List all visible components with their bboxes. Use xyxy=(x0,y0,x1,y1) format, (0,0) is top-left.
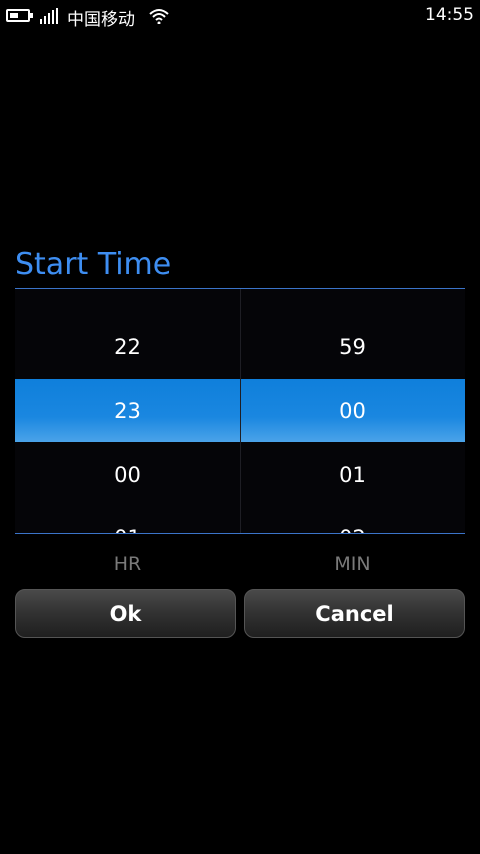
minute-option[interactable]: 01 xyxy=(240,463,465,487)
hour-option[interactable]: 01 xyxy=(15,526,240,533)
battery-icon xyxy=(6,9,30,22)
hour-option[interactable]: 00 xyxy=(15,463,240,487)
battery-fill xyxy=(10,13,18,18)
signal-icon xyxy=(40,8,60,24)
picker-divider xyxy=(15,533,465,534)
minute-option[interactable]: 59 xyxy=(240,335,465,359)
minute-option[interactable]: 02 xyxy=(240,526,465,533)
status-bar: 中国移动 14:55 xyxy=(0,0,480,34)
wifi-icon xyxy=(149,9,169,24)
time-picker[interactable]: 22 23 00 01 59 00 01 02 xyxy=(15,289,465,533)
dialog-title: Start Time xyxy=(15,247,172,282)
minute-option-selected[interactable]: 00 xyxy=(240,399,465,423)
cancel-button[interactable]: Cancel xyxy=(244,589,465,638)
hour-label: HR xyxy=(113,553,142,575)
carrier-name: 中国移动 xyxy=(67,10,135,30)
clock: 14:55 xyxy=(425,5,474,25)
ok-button[interactable]: Ok xyxy=(15,589,236,638)
minute-wheel[interactable]: 59 00 01 02 xyxy=(240,289,465,533)
hour-option[interactable]: 22 xyxy=(15,335,240,359)
minute-label: MIN xyxy=(334,553,371,575)
hour-option-selected[interactable]: 23 xyxy=(15,399,240,423)
battery-tip xyxy=(30,13,33,18)
hour-wheel[interactable]: 22 23 00 01 xyxy=(15,289,240,533)
